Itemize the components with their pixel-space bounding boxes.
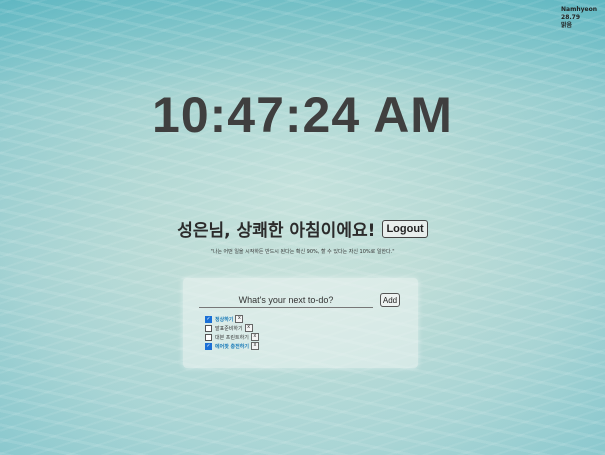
- greeting-row: 성은님, 상쾌한 아침이에요! Logout: [0, 216, 605, 241]
- todo-checkbox[interactable]: ✓: [205, 315, 212, 323]
- todo-list: ✓ 정상하기 x 발표준비하기 x 대본 프린트하기 x ✓ 에어팟 충전하기 …: [205, 315, 259, 351]
- todo-item: 대본 프린트하기 x: [205, 333, 259, 341]
- todo-text: 에어팟 충전하기: [215, 343, 249, 350]
- weather-widget: Namhyeon 28.79 맑음: [561, 6, 597, 30]
- delete-todo-button[interactable]: x: [250, 333, 259, 341]
- delete-todo-button[interactable]: x: [244, 324, 253, 332]
- quote-text: "나는 어떤 일을 시작하든 반드시 된다는 확신 90%, 할 수 있다는 자…: [210, 249, 395, 255]
- weather-location: Namhyeon: [561, 6, 597, 13]
- weather-condition: 맑음: [561, 22, 573, 29]
- todo-item: 발표준비하기 x: [205, 324, 259, 332]
- todo-text: 대본 프린트하기: [215, 334, 249, 341]
- todo-panel: Add ✓ 정상하기 x 발표준비하기 x 대본 프린트하기 x ✓ 에어팟 충…: [183, 278, 418, 368]
- delete-todo-button[interactable]: x: [235, 315, 244, 323]
- todo-item: ✓ 에어팟 충전하기 x: [205, 342, 259, 350]
- clock: 10:47:24 AM: [152, 87, 453, 143]
- todo-item: ✓ 정상하기 x: [205, 315, 259, 323]
- logout-button[interactable]: Logout: [382, 219, 428, 238]
- todo-checkbox[interactable]: ✓: [205, 342, 212, 350]
- todo-text: 정상하기: [215, 316, 234, 323]
- todo-checkbox[interactable]: [205, 333, 212, 341]
- greeting-text: 성은님, 상쾌한 아침이에요!: [177, 221, 376, 241]
- weather-temperature: 28.79: [561, 14, 581, 21]
- todo-input[interactable]: [199, 293, 373, 308]
- todo-text: 발표준비하기: [215, 325, 243, 332]
- delete-todo-button[interactable]: x: [250, 342, 259, 350]
- todo-checkbox[interactable]: [205, 324, 212, 332]
- add-todo-button[interactable]: Add: [380, 293, 400, 307]
